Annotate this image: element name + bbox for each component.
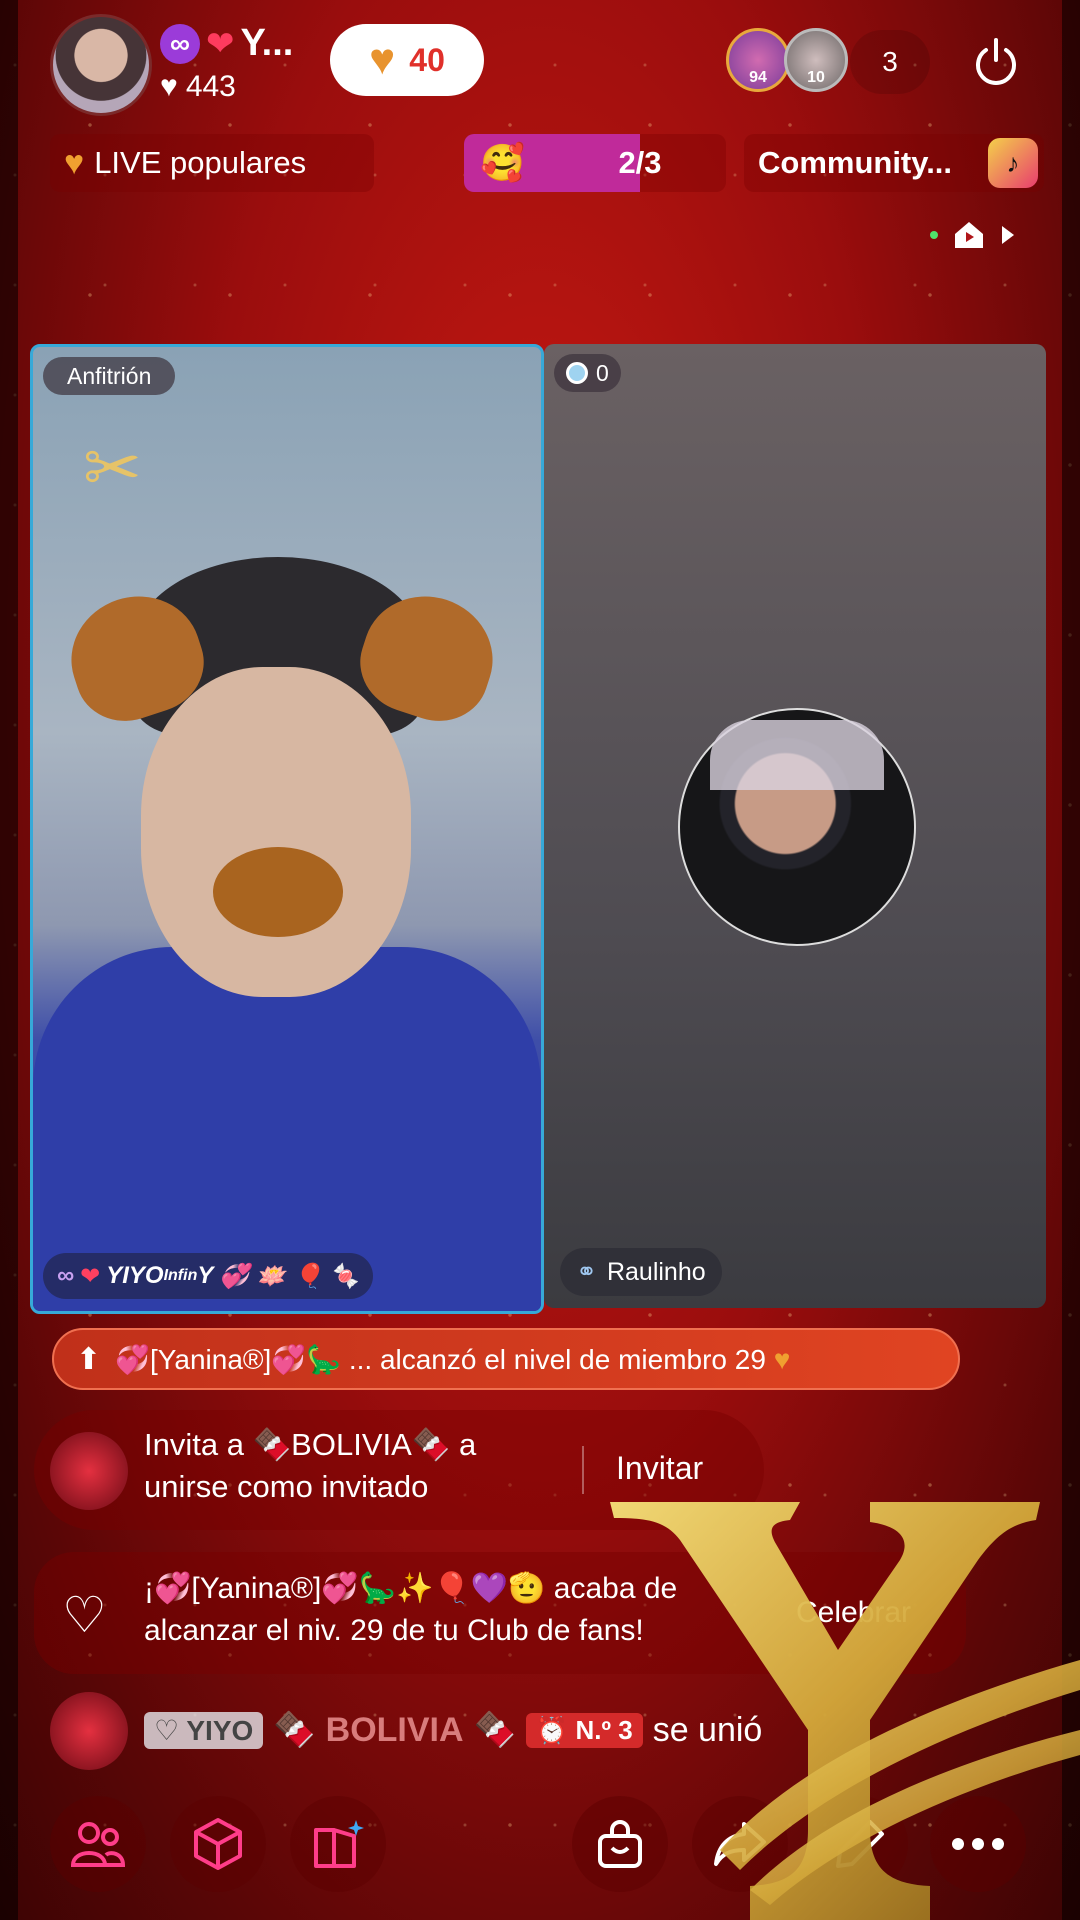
fan-club-tag: ♡ YIYO [144, 1711, 264, 1749]
invite-button[interactable]: Invitar [616, 1450, 703, 1487]
host-name-row[interactable]: ∞ ❤ Y... [160, 22, 293, 65]
arrow-up-icon: ⬆ [76, 1342, 102, 1376]
chocolate-icon: 🍫 [473, 1711, 516, 1749]
play-arrow-icon[interactable] [1000, 224, 1016, 246]
goal-progress[interactable]: 🥰 2/3 [464, 134, 726, 192]
host-tag-tail: Y [197, 1262, 214, 1289]
people-icon [70, 1822, 126, 1867]
guest-likes-count: 0 [596, 359, 609, 386]
viewer-count-value: 3 [882, 46, 898, 77]
share-button[interactable] [692, 1796, 788, 1892]
invite-text: Invita a 🍫BOLIVIA🍫 a unirse como invitad… [144, 1427, 477, 1504]
host-tag-name: YIYO [106, 1262, 164, 1289]
guest-name: Raulinho [606, 1257, 706, 1286]
home-icon[interactable] [952, 220, 986, 250]
scissors-icon: ✂ [83, 429, 142, 507]
right-edge [1062, 0, 1080, 1920]
host-label: Anfitrión [43, 357, 176, 395]
host-video-tile[interactable]: ✂ Anfitrión ∞ ❤ YIYO Infin Y 💞 🪷 🎈 🍬 [30, 344, 544, 1314]
celebrate-button[interactable]: Celebrar [796, 1596, 911, 1630]
banner-text: 💞[Yanina®]💞🦕 ... alcanzó el nivel de mie… [115, 1343, 791, 1375]
mini-toolbar [930, 220, 1016, 250]
effects-button[interactable] [170, 1796, 266, 1892]
chocolate-icon: 🍫 [273, 1711, 316, 1749]
like-count: 40 [409, 41, 445, 78]
like-button[interactable]: ♥ 40 [330, 24, 484, 96]
host-avatar[interactable] [50, 14, 152, 116]
shop-button[interactable] [572, 1796, 668, 1892]
host-likes-count: 443 [185, 70, 236, 103]
dog-snout [213, 847, 343, 937]
guest-likes-badge: 0 [554, 354, 621, 392]
joiner-avatar[interactable] [50, 1692, 128, 1770]
top-viewer-avatar-1[interactable]: 94 [726, 28, 790, 92]
user-link-icon: ⚭ [576, 1258, 597, 1286]
join-text: se unió [652, 1710, 763, 1749]
orange-heart-icon: ♥ [64, 143, 85, 182]
live-populares-button[interactable]: ♥ LIVE populares [50, 134, 374, 192]
host-name: Y... [240, 22, 294, 64]
status-dot [930, 231, 938, 239]
more-dots-icon [952, 1838, 1004, 1850]
infinity-badge-icon: ∞ [160, 23, 200, 64]
heart-icon: ♥ [369, 35, 396, 84]
tiktok-icon: ♪ [988, 138, 1038, 188]
live-populares-label: LIVE populares [94, 145, 307, 180]
joiner-name[interactable]: BOLIVIA [326, 1711, 464, 1750]
heart-outline-icon: ♡ [62, 1587, 107, 1643]
emoji-decorations: 💞 🪷 🎈 🍬 [219, 1262, 359, 1290]
guest-video-tile[interactable]: 0 ⚭ Raulinho [544, 344, 1046, 1308]
goal-progress-text: 2/3 [618, 145, 662, 180]
fan-club-text: ¡💞[Yanina®]💞🦕✨🎈💜🫡 acaba de alcanzar el n… [144, 1572, 678, 1647]
host-name-tag[interactable]: ∞ ❤ YIYO Infin Y 💞 🪷 🎈 🍬 [43, 1253, 373, 1299]
rank-badge: ⏰ N.º 3 [525, 1712, 643, 1748]
guest-name-tag[interactable]: ⚭ Raulinho [560, 1248, 722, 1296]
join-message: ♡ YIYO 🍫 BOLIVIA 🍫 ⏰ N.º 3 se unió [144, 1710, 762, 1750]
viewer-count[interactable]: 3 [850, 30, 930, 94]
member-level-banner[interactable]: ⬆ 💞[Yanina®]💞🦕 ... alcanzó el nivel de m… [52, 1328, 960, 1390]
left-edge [0, 0, 18, 1920]
guest-avatar[interactable] [678, 708, 916, 946]
book-button[interactable] [290, 1796, 386, 1892]
viewer-score: 94 [749, 69, 767, 86]
infinity-badge-icon: ∞ [57, 1262, 75, 1289]
fire-heart-icon: ❤ [80, 1262, 101, 1290]
community-label: Community... [758, 145, 953, 180]
host-face [141, 667, 411, 997]
top-viewer-avatar-2[interactable]: 10 [784, 28, 848, 92]
book-sparkle-icon [314, 1820, 364, 1868]
guests-button[interactable] [50, 1796, 146, 1892]
share-arrow-icon [714, 1822, 766, 1866]
more-button[interactable] [930, 1796, 1026, 1892]
community-button[interactable]: Community... ♪ [744, 134, 1044, 192]
invite-guest-card: Invita a 🍫BOLIVIA🍫 a unirse como invitad… [34, 1410, 764, 1530]
viewer-score: 10 [807, 69, 825, 86]
host-tag-suffix: Infin [163, 1267, 198, 1284]
fire-heart-icon: ❤ [206, 24, 235, 63]
power-icon[interactable] [968, 34, 1024, 90]
edit-button[interactable] [812, 1796, 908, 1892]
cube-icon [194, 1818, 242, 1870]
record-icon [566, 362, 588, 384]
divider [582, 1446, 584, 1494]
heart-icon: ♥ [160, 70, 178, 103]
hug-emoji-icon: 🥰 [480, 142, 525, 183]
shopping-bag-icon [598, 1820, 642, 1868]
host-likes: ♥ 443 [160, 70, 236, 104]
invitee-avatar[interactable] [50, 1432, 128, 1510]
fan-club-card: ♡ ¡💞[Yanina®]💞🦕✨🎈💜🫡 acaba de alcanzar el… [34, 1552, 966, 1674]
pencil-icon [836, 1820, 884, 1868]
